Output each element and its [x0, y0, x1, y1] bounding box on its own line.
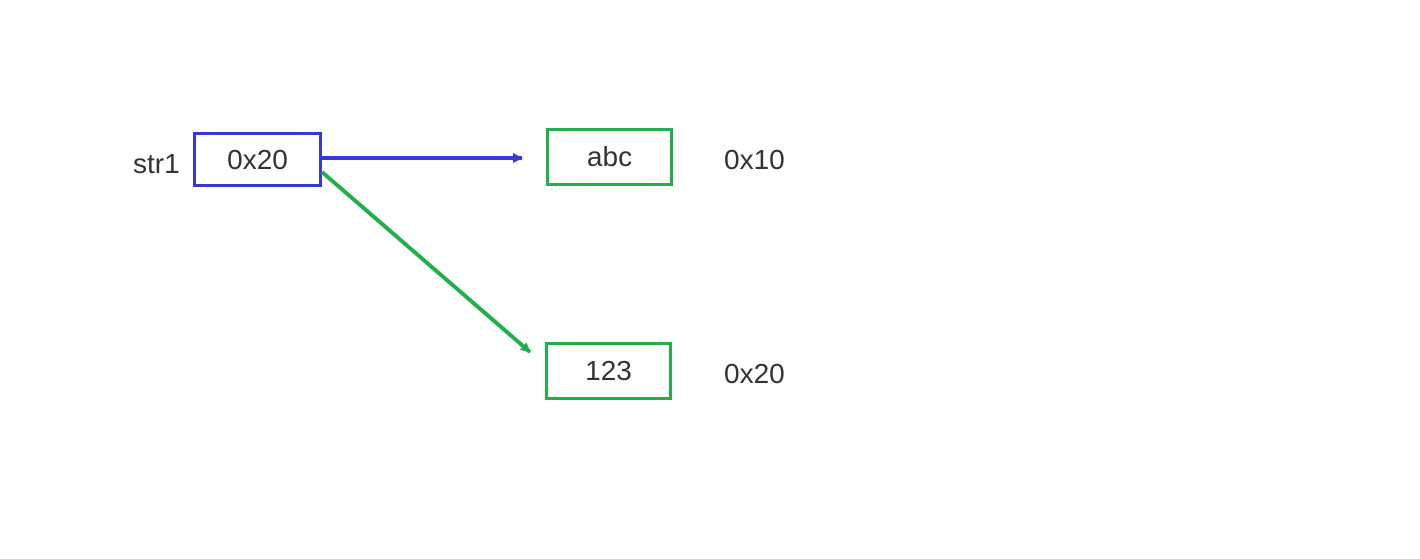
- memory-diagram: str1 0x20 abc 0x10 123 0x20: [0, 0, 1420, 559]
- arrow-to-object2: [0, 0, 1420, 559]
